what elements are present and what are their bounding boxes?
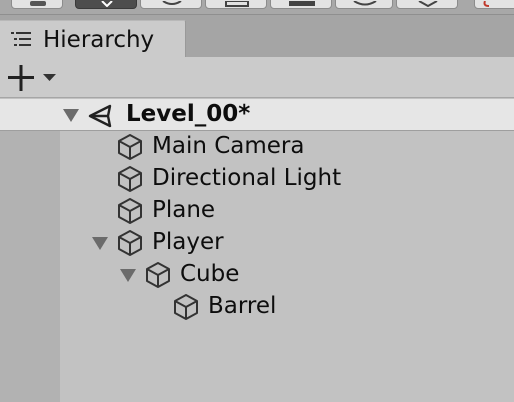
transform-icon [353,1,377,6]
hierarchy-item-label: Main Camera [152,133,305,159]
hierarchy-tree: Level_00* Main Camera Directional Light Pl… [0,98,514,402]
panel-tab-bar: Hierarchy [0,15,514,57]
hierarchy-item-plane[interactable]: Plane [0,195,514,227]
list-icon [11,32,31,46]
hand-tool-button[interactable] [11,0,63,9]
transform-tool-button[interactable] [335,0,393,9]
cube-icon [118,230,142,256]
hierarchy-item-label: Barrel [208,293,277,319]
scene-name: Level_00* [126,101,251,127]
snap-button[interactable] [474,0,514,9]
hierarchy-item-label: Cube [180,261,240,287]
rotate-icon [162,1,182,5]
hierarchy-item-main-camera[interactable]: Main Camera [0,131,514,163]
snap-icon [483,1,490,7]
rect-tool-button[interactable] [270,0,332,9]
scene-row[interactable]: Level_00* [0,99,514,131]
add-object-button[interactable] [8,65,60,91]
scale-icon [225,1,249,7]
hand-icon [30,1,46,6]
hierarchy-item-label: Plane [152,197,216,223]
move-tool-button[interactable] [75,0,137,9]
cube-icon [174,294,198,320]
tab-title: Hierarchy [43,27,155,53]
hierarchy-item-player[interactable]: Player [0,227,514,259]
scene-toolbar [0,0,514,15]
cube-icon [118,198,142,224]
expand-arrow-icon[interactable] [63,109,79,123]
hierarchy-item-barrel[interactable]: Barrel [0,291,514,323]
hierarchy-item-label: Player [152,229,224,255]
hierarchy-item-cube[interactable]: Cube [0,259,514,291]
hierarchy-item-label: Directional Light [152,165,342,191]
expand-arrow-icon[interactable] [92,237,108,251]
rotate-tool-button[interactable] [140,0,202,9]
hierarchy-toolbar [0,57,514,98]
tab-hierarchy[interactable]: Hierarchy [0,20,186,57]
custom-tool-button[interactable] [396,0,458,9]
rect-icon [289,1,315,6]
scale-tool-button[interactable] [205,0,267,9]
cube-icon [118,134,142,160]
expand-arrow-icon[interactable] [120,269,136,283]
cube-icon [118,166,142,192]
move-icon [101,1,113,7]
cube-icon [146,262,170,288]
caret-down-icon [43,74,56,81]
hierarchy-item-directional-light[interactable]: Directional Light [0,163,514,195]
custom-tool-icon [418,1,438,7]
plus-icon [8,65,34,91]
unity-logo-icon [88,104,112,128]
